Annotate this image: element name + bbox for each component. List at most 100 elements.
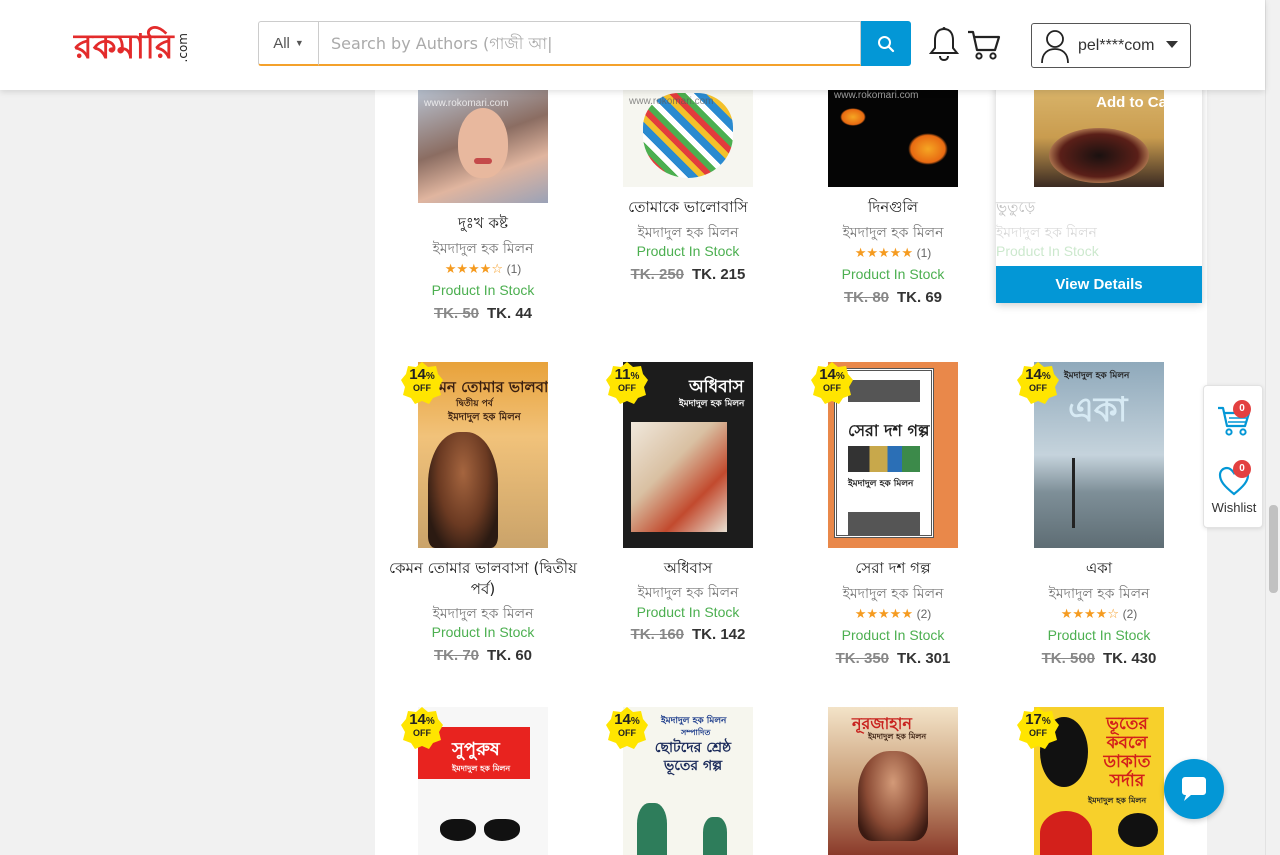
discount-badge: 14% OFF: [400, 361, 444, 405]
product-title[interactable]: অধিবাস: [585, 558, 791, 579]
price: TK. 80 TK. 69: [790, 289, 996, 306]
product-title[interactable]: কেমন তোমার ভালবাসা (দ্বিতীয় পর্ব): [380, 558, 586, 600]
search-category-select[interactable]: All ▼: [258, 21, 318, 66]
stock-status: Product In Stock: [431, 282, 535, 298]
chat-button[interactable]: [1164, 759, 1224, 819]
product-author[interactable]: ইমদাদুল হক মিলন: [996, 221, 1202, 245]
cover-title: একা: [1068, 390, 1128, 430]
chevron-down-icon: ▼: [294, 38, 304, 48]
wishlist-count-badge: 0: [1233, 460, 1251, 478]
search-button[interactable]: [861, 21, 911, 66]
rating-count: (2): [916, 607, 932, 621]
add-to-cart-overlay[interactable]: Add to Cart: [1034, 94, 1164, 111]
user-account-menu[interactable]: pel****com: [1031, 23, 1191, 68]
floating-cart-wishlist: 0 0 Wishlist: [1203, 385, 1263, 528]
book-cover[interactable]: www.rokomari.com: [623, 88, 753, 187]
price: TK. 250 TK. 215: [585, 266, 791, 283]
site-logo[interactable]: রকমারি .com: [74, 22, 190, 66]
price: TK. 350 TK. 301: [790, 650, 996, 667]
product-title[interactable]: সেরা দশ গল্প: [790, 558, 996, 579]
star-rating: ★★★★★ (2): [854, 606, 932, 621]
cover-author: ইমদাদুল হক মিলন: [1064, 371, 1130, 381]
logo-text-domain: .com: [175, 32, 190, 62]
search-icon: [878, 35, 895, 52]
stock-status: Product In Stock: [636, 604, 740, 620]
view-details-button[interactable]: View Details: [996, 266, 1202, 303]
discount-value: 14: [1025, 366, 1042, 383]
discount-value: 14: [819, 366, 836, 383]
price: TK. 70 TK. 60: [380, 647, 586, 664]
current-price: TK. 142: [692, 626, 746, 643]
current-price: TK. 430: [1103, 650, 1157, 667]
product-author[interactable]: ইমদাদুল হক মিলন: [790, 582, 996, 606]
search-input[interactable]: [318, 21, 861, 66]
cover-author: ইমদাদুল হক মিলন: [452, 764, 511, 773]
site-header: রকমারি .com All ▼ pel****com: [0, 0, 1265, 90]
product-author[interactable]: ইমদাদুল হক মিলন: [380, 237, 586, 261]
user-icon: [1041, 29, 1069, 63]
old-price: TK. 50: [433, 305, 479, 322]
watermark: www.rokomari.com: [424, 98, 509, 109]
cover-author: ইমদাদুল হক মিলন: [661, 716, 727, 726]
product-author[interactable]: ইমদাদুল হক মিলন: [585, 221, 791, 245]
chat-icon: [1182, 777, 1206, 801]
old-price: TK. 70: [433, 647, 479, 664]
chevron-down-icon: [1166, 41, 1178, 48]
search-bar: All ▼: [258, 21, 911, 66]
product-author[interactable]: ইমদাদুল হক মিলন: [585, 581, 791, 605]
product-author[interactable]: ইমদাদুল হক মিলন: [380, 602, 586, 626]
price: TK. 500 TK. 430: [996, 650, 1202, 667]
discount-off-label: OFF: [1029, 728, 1047, 738]
stock-status: Product In Stock: [996, 243, 1099, 259]
cover-author: ইমদাদুল হক মিলন: [848, 479, 914, 489]
discount-off-label: OFF: [1029, 383, 1047, 393]
product-title[interactable]: তোমাকে ভালোবাসি: [585, 197, 791, 218]
book-cover[interactable]: www.rokomari.com: [828, 88, 958, 187]
discount-value: 11: [614, 366, 631, 383]
stock-status: Product In Stock: [431, 624, 535, 640]
current-price: TK. 60: [487, 647, 533, 664]
product-title[interactable]: ভুতুড়ে: [996, 197, 1202, 218]
cover-author: ইমদাদুল হক মিলন: [679, 399, 745, 409]
star-rating: ★★★★★ (1): [854, 245, 932, 260]
discount-off-label: OFF: [618, 728, 636, 738]
search-category-label: All: [273, 34, 290, 52]
cover-title: ভূতের কবলে ডাকাত সর্দার: [1103, 714, 1151, 791]
logo-text-main: রকমারি: [74, 27, 174, 67]
product-title[interactable]: একা: [996, 558, 1202, 579]
cart-count-badge: 0: [1233, 400, 1251, 418]
old-price: TK. 80: [843, 289, 889, 306]
discount-off-label: OFF: [413, 728, 431, 738]
stock-status: Product In Stock: [636, 243, 740, 259]
discount-value: 17: [1025, 711, 1042, 728]
product-author[interactable]: ইমদাদুল হক মিলন: [996, 582, 1202, 606]
price: TK. 160 TK. 142: [585, 626, 791, 643]
stock-status: Product In Stock: [1047, 627, 1151, 643]
rating-count: (1): [916, 246, 932, 260]
discount-badge: 17% OFF: [1016, 706, 1060, 750]
star-rating: ★★★★☆ (1): [444, 261, 522, 276]
price: TK. 50 TK. 44: [380, 305, 586, 322]
cover-subtitle: দ্বিতীয় পর্ব: [456, 399, 493, 409]
scrollbar-thumb[interactable]: [1269, 505, 1278, 593]
old-price: TK. 250: [630, 266, 684, 283]
discount-value: 14: [409, 366, 426, 383]
discount-badge: 14% OFF: [400, 706, 444, 750]
product-title[interactable]: দুঃখ কষ্ট: [380, 213, 586, 234]
cover-title: ছোটদের শ্রেষ্ঠ ভূতের গল্প: [654, 740, 732, 774]
product-title[interactable]: দিনগুলি: [790, 197, 996, 218]
discount-badge: 14% OFF: [605, 706, 649, 750]
bell-icon[interactable]: [928, 26, 960, 62]
page-scrollbar[interactable]: [1265, 0, 1280, 855]
discount-value: 14: [409, 711, 426, 728]
product-author[interactable]: ইমদাদুল হক মিলন: [790, 221, 996, 245]
book-cover[interactable]: নূরজাহান ইমদাদুল হক মিলন: [828, 707, 958, 855]
wishlist-label[interactable]: Wishlist: [1204, 500, 1264, 515]
watermark: www.rokomari.com: [629, 96, 714, 107]
book-cover[interactable]: Add to Cart: [1034, 88, 1164, 187]
cart-icon[interactable]: [966, 28, 1002, 62]
current-price: TK. 44: [487, 305, 533, 322]
book-cover[interactable]: www.rokomari.com: [418, 88, 548, 203]
watermark: www.rokomari.com: [834, 90, 919, 101]
cover-title: সেরা দশ গল্প: [848, 421, 930, 440]
